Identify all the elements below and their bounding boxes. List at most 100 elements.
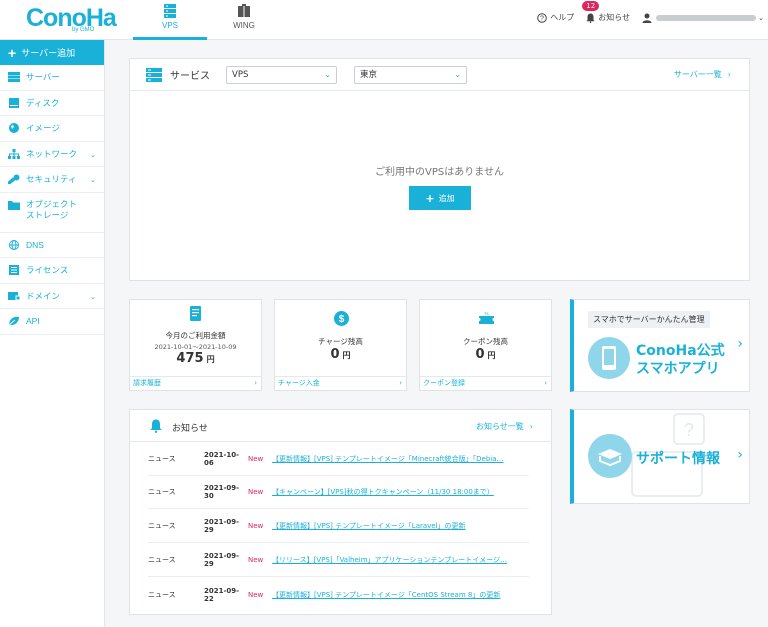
chevron-right-icon: ›	[737, 336, 743, 352]
add-server-button[interactable]: + サーバー追加	[0, 40, 104, 65]
account-menu[interactable]: ⌄	[642, 13, 764, 23]
sidebar-item-dns[interactable]: DNS	[0, 233, 104, 258]
news-title-link[interactable]: 【リリース】[VPS]「Valheim」アプリケーションテンプレートイメージ…	[272, 555, 529, 565]
sidebar-item-domain[interactable]: ドメイン ⌄	[0, 284, 104, 309]
charge-title: チャージ残高	[318, 337, 363, 346]
coupon-card: % クーポン残高 0円 クーポン登録 ›	[419, 299, 552, 391]
charge-card: $ チャージ残高 0円 チャージ入金 ›	[274, 299, 407, 391]
sidebar-item-security[interactable]: セキュリティ ⌄	[0, 167, 104, 193]
billing-range: 2021-10-01～2021-10-09	[154, 343, 237, 351]
chevron-right-icon: ›	[399, 379, 402, 387]
chevron-right-icon: ›	[254, 379, 257, 387]
news-panel: お知らせ お知らせ一覧 › ニュース 2021-10-06 New 【更新情報】[…	[129, 409, 552, 615]
sidebar-item-object-storage[interactable]: オブジェクト ストレージ	[0, 193, 104, 233]
billing-history-link[interactable]: 請求履歴 ›	[130, 376, 261, 390]
plus-icon: +	[8, 44, 17, 61]
service-header: サービス VPS ⌄ 東京 ⌄ サーバー一覧 ›	[130, 59, 749, 91]
chevron-down-icon: ⌄	[758, 13, 764, 22]
news-item: ニュース 2021-09-22 New 【更新情報】[VPS] テンプレートイメ…	[148, 578, 529, 611]
chevron-right-icon: ›	[737, 447, 743, 463]
api-leaf-icon	[8, 317, 19, 326]
plus-icon: +	[425, 191, 435, 205]
coupon-icon: %	[479, 311, 494, 324]
sidebar-item-license[interactable]: ライセンス	[0, 258, 104, 284]
svg-text:$: $	[339, 314, 345, 325]
billing-card: 今月のご利用金額 2021-10-01～2021-10-09 475 円 請求履歴…	[129, 299, 262, 391]
sidebar: + サーバー追加 サーバー ディスク イメージ ネットワーク ⌄ セキュリティ …	[0, 40, 105, 627]
server-icon	[146, 67, 162, 82]
chevron-right-icon: ›	[727, 70, 731, 79]
news-title-link[interactable]: 【更新情報】[VPS] テンプレートイメージ「CentOS Stream 8」の…	[272, 590, 529, 600]
news-title-link[interactable]: 【更新情報】[VPS] テンプレートイメージ「Laravel」の更新	[272, 521, 529, 531]
chevron-down-icon: ⌄	[90, 177, 96, 184]
svg-text:?: ?	[540, 15, 544, 22]
server-icon	[164, 4, 176, 18]
news-item: ニュース 2021-09-29 New 【リリース】[VPS]「Valheim」…	[148, 544, 529, 577]
top-header: ConoHa by GMO VPS WING ? ヘルプ 12 お知らせ ⌄	[0, 0, 768, 40]
domain-icon	[8, 291, 20, 301]
disk-icon	[9, 97, 19, 108]
region-select[interactable]: 東京 ⌄	[354, 66, 467, 84]
notifications-link[interactable]: 12 お知らせ	[582, 1, 630, 23]
key-icon	[8, 174, 20, 185]
news-title-link[interactable]: 【更新情報】[VPS] テンプレートイメージ「Minecraft統合版」「Deb…	[272, 454, 529, 464]
charge-deposit-link[interactable]: チャージ入金 ›	[275, 376, 406, 390]
support-label: サポート情報	[636, 451, 720, 467]
charge-amount: 0円	[330, 347, 351, 362]
empty-message: ご利用中のVPSはありません	[375, 167, 504, 178]
coupon-amount: 0円	[475, 347, 496, 362]
license-icon	[9, 265, 19, 276]
chevron-down-icon: ⌄	[324, 70, 331, 79]
chevron-right-icon: ›	[529, 422, 533, 431]
conoha-logo[interactable]: ConoHa by GMO	[26, 5, 117, 35]
tab-wing[interactable]: WING	[207, 0, 281, 40]
smartphone-app-banner[interactable]: スマホでサーバーかんたん管理 ConoHa公式 スマホアプリ ›	[570, 299, 750, 392]
add-vps-button[interactable]: + 追加	[409, 186, 471, 210]
sidebar-item-server[interactable]: サーバー	[0, 65, 104, 91]
book-support-icon	[588, 434, 632, 478]
invoice-icon	[190, 306, 201, 321]
help-icon: ?	[537, 12, 548, 23]
news-title-link[interactable]: 【キャンペーン】[VPS]秋の得トクキャンペーン（11/30 18:00まで）	[272, 487, 529, 497]
support-info-banner[interactable]: ? サポート情報 ›	[570, 409, 750, 504]
user-icon	[642, 13, 652, 23]
billing-amount: 475 円	[176, 351, 215, 366]
coupon-title: クーポン残高	[463, 337, 508, 346]
app-promo-line1: ConoHa公式	[636, 343, 725, 359]
network-icon	[8, 148, 20, 159]
server-icon	[8, 72, 20, 83]
book-icon	[238, 4, 250, 17]
dns-globe-icon	[9, 239, 19, 250]
news-header: お知らせ お知らせ一覧 ›	[130, 410, 551, 442]
news-list-link[interactable]: お知らせ一覧 ›	[476, 421, 533, 432]
chevron-down-icon: ⌄	[90, 293, 96, 301]
app-promo-tag: スマホでサーバーかんたん管理	[588, 311, 710, 328]
bell-icon	[586, 13, 595, 23]
smartphone-icon	[588, 337, 630, 379]
news-item: ニュース 2021-09-29 New 【更新情報】[VPS] テンプレートイメ…	[148, 510, 529, 543]
sidebar-item-image[interactable]: イメージ	[0, 116, 104, 142]
bell-icon	[150, 419, 162, 433]
coupon-register-link[interactable]: クーポン登録 ›	[420, 376, 551, 390]
service-type-select[interactable]: VPS ⌄	[226, 66, 337, 84]
chevron-down-icon: ⌄	[90, 151, 96, 159]
app-promo-line2: スマホアプリ	[636, 361, 720, 377]
notification-badge: 12	[582, 1, 600, 11]
chevron-right-icon: ›	[544, 379, 547, 387]
svg-text:%: %	[484, 311, 488, 316]
dollar-coin-icon: $	[334, 311, 349, 326]
service-panel: サービス VPS ⌄ 東京 ⌄ サーバー一覧 › ご利用中のVPSはありません +…	[129, 58, 750, 281]
sidebar-item-api[interactable]: API	[0, 309, 104, 335]
folder-icon	[8, 200, 20, 210]
news-item: ニュース 2021-09-30 New 【キャンペーン】[VPS]秋の得トクキャ…	[148, 476, 529, 509]
billing-title: 今月のご利用金額	[165, 331, 226, 340]
help-link[interactable]: ? ヘルプ	[537, 12, 574, 23]
svg-text:?: ?	[684, 420, 694, 440]
account-email-redacted	[656, 14, 757, 21]
tab-vps[interactable]: VPS	[133, 0, 207, 40]
sidebar-item-disk[interactable]: ディスク	[0, 91, 104, 116]
server-list-link[interactable]: サーバー一覧 ›	[674, 69, 731, 80]
globe-icon	[9, 123, 19, 134]
sidebar-item-network[interactable]: ネットワーク ⌄	[0, 142, 104, 167]
news-item: ニュース 2021-10-06 New 【更新情報】[VPS] テンプレートイメ…	[148, 443, 529, 476]
